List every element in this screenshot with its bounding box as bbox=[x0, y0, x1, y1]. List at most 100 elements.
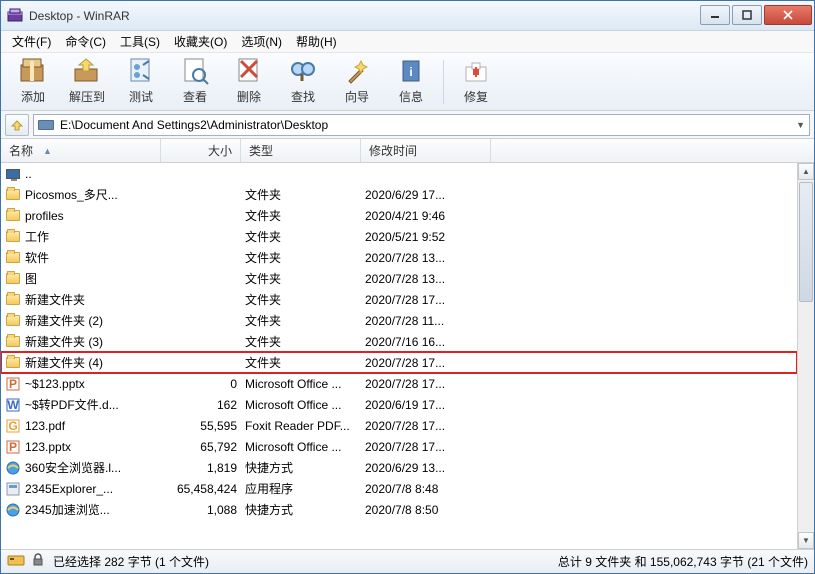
maximize-button[interactable] bbox=[732, 5, 762, 25]
close-button[interactable] bbox=[764, 5, 812, 25]
row-icon bbox=[5, 502, 21, 518]
row-date: 2020/7/28 13... bbox=[365, 251, 505, 265]
file-row[interactable]: 新建文件夹 (4) 文件夹2020/7/28 17... bbox=[1, 352, 797, 373]
row-icon bbox=[5, 460, 21, 476]
add-icon bbox=[17, 55, 49, 87]
file-row[interactable]: .. bbox=[1, 163, 797, 184]
row-icon: P bbox=[5, 376, 21, 392]
file-row[interactable]: 2345加速浏览...1,088快捷方式2020/7/8 8:50 bbox=[1, 499, 797, 520]
row-date: 2020/6/29 17... bbox=[365, 188, 505, 202]
drive-icon bbox=[38, 120, 54, 130]
row-type: Microsoft Office ... bbox=[245, 398, 365, 412]
row-date: 2020/7/8 8:48 bbox=[365, 482, 505, 496]
file-row[interactable]: 2345Explorer_...65,458,424应用程序2020/7/8 8… bbox=[1, 478, 797, 499]
column-headers: 名称▲ 大小 类型 修改时间 bbox=[1, 139, 814, 163]
extract-button[interactable]: 解压到 bbox=[61, 56, 113, 108]
row-type: 文件夹 bbox=[245, 249, 365, 266]
file-list[interactable]: ..Picosmos_多尺...文件夹2020/6/29 17...profil… bbox=[1, 163, 797, 549]
scroll-down-button[interactable]: ▼ bbox=[798, 532, 814, 549]
file-row[interactable]: W~$转PDF文件.d...162Microsoft Office ...202… bbox=[1, 394, 797, 415]
row-date: 2020/7/8 8:50 bbox=[365, 503, 505, 517]
file-row[interactable]: 软件 文件夹2020/7/28 13... bbox=[1, 247, 797, 268]
scroll-thumb[interactable] bbox=[799, 182, 813, 302]
menu-file[interactable]: 文件(F) bbox=[5, 30, 58, 53]
scroll-track[interactable] bbox=[798, 180, 814, 532]
file-row[interactable]: 360安全浏览器.l...1,819快捷方式2020/6/29 13... bbox=[1, 457, 797, 478]
row-name: 2345Explorer_... bbox=[25, 482, 165, 496]
address-input[interactable] bbox=[60, 118, 790, 132]
row-name: ~$转PDF文件.d... bbox=[25, 396, 165, 413]
minimize-button[interactable] bbox=[700, 5, 730, 25]
file-row[interactable]: 工作文件夹2020/5/21 9:52 bbox=[1, 226, 797, 247]
row-date: 2020/7/28 17... bbox=[365, 440, 505, 454]
info-icon: i bbox=[395, 55, 427, 87]
row-name: 新建文件夹 (4) bbox=[25, 354, 165, 371]
address-box[interactable]: ▼ bbox=[33, 114, 810, 136]
row-date: 2020/7/28 17... bbox=[365, 356, 505, 370]
row-icon bbox=[5, 481, 21, 497]
repair-button[interactable]: 修复 bbox=[450, 56, 502, 108]
file-row[interactable]: G123.pdf55,595Foxit Reader PDF...2020/7/… bbox=[1, 415, 797, 436]
find-button[interactable]: 查找 bbox=[277, 56, 329, 108]
test-button[interactable]: 测试 bbox=[115, 56, 167, 108]
up-button[interactable] bbox=[5, 114, 29, 136]
app-icon bbox=[7, 8, 23, 24]
row-size: 65,792 bbox=[165, 440, 245, 454]
row-type: 文件夹 bbox=[245, 186, 365, 203]
title-bar[interactable]: Desktop - WinRAR bbox=[1, 1, 814, 31]
file-row[interactable]: 图文件夹2020/7/28 13... bbox=[1, 268, 797, 289]
scroll-up-button[interactable]: ▲ bbox=[798, 163, 814, 180]
row-name: 软件 bbox=[25, 249, 165, 266]
row-name: 360安全浏览器.l... bbox=[25, 459, 165, 476]
delete-button[interactable]: 删除 bbox=[223, 56, 275, 108]
view-button[interactable]: 查看 bbox=[169, 56, 221, 108]
row-name: 新建文件夹 (3) bbox=[25, 333, 165, 350]
row-name: 123.pptx bbox=[25, 440, 165, 454]
row-icon bbox=[5, 250, 21, 266]
menu-favorites[interactable]: 收藏夹(O) bbox=[167, 30, 234, 53]
row-type: 文件夹 bbox=[245, 291, 365, 308]
row-type: 快捷方式 bbox=[245, 501, 365, 518]
window-title: Desktop - WinRAR bbox=[29, 9, 698, 23]
add-button[interactable]: 添加 bbox=[7, 56, 59, 108]
row-icon bbox=[5, 229, 21, 245]
row-size: 55,595 bbox=[165, 419, 245, 433]
row-type: 文件夹 bbox=[245, 354, 365, 371]
col-size[interactable]: 大小 bbox=[161, 139, 241, 162]
col-date[interactable]: 修改时间 bbox=[361, 139, 491, 162]
row-size: 0 bbox=[165, 377, 245, 391]
info-button[interactable]: i信息 bbox=[385, 56, 437, 108]
menu-help[interactable]: 帮助(H) bbox=[289, 30, 344, 53]
menu-commands[interactable]: 命令(C) bbox=[58, 30, 113, 53]
dropdown-icon[interactable]: ▼ bbox=[796, 120, 805, 130]
svg-text:P: P bbox=[9, 377, 17, 391]
row-name: profiles bbox=[25, 209, 165, 223]
file-row[interactable]: 新建文件夹 (3)文件夹2020/7/16 16... bbox=[1, 331, 797, 352]
row-type: Foxit Reader PDF... bbox=[245, 419, 365, 433]
col-name[interactable]: 名称▲ bbox=[1, 139, 161, 162]
file-row[interactable]: profiles文件夹2020/4/21 9:46 bbox=[1, 205, 797, 226]
file-row[interactable]: 新建文件夹 (2)文件夹2020/7/28 11... bbox=[1, 310, 797, 331]
col-type[interactable]: 类型 bbox=[241, 139, 361, 162]
row-name: 工作 bbox=[25, 228, 165, 245]
file-row[interactable]: P123.pptx65,792Microsoft Office ...2020/… bbox=[1, 436, 797, 457]
row-size: 65,458,424 bbox=[165, 482, 245, 496]
row-icon bbox=[5, 166, 21, 182]
row-icon: W bbox=[5, 397, 21, 413]
file-row[interactable]: P~$123.pptx0Microsoft Office ...2020/7/2… bbox=[1, 373, 797, 394]
wizard-button[interactable]: 向导 bbox=[331, 56, 383, 108]
row-date: 2020/7/28 13... bbox=[365, 272, 505, 286]
lock-icon bbox=[31, 553, 45, 570]
file-row[interactable]: Picosmos_多尺... 文件夹2020/6/29 17... bbox=[1, 184, 797, 205]
row-name: Picosmos_多尺... bbox=[25, 186, 165, 203]
row-icon bbox=[5, 292, 21, 308]
delete-icon bbox=[233, 55, 265, 87]
row-icon bbox=[5, 334, 21, 350]
file-row[interactable]: 新建文件夹文件夹2020/7/28 17... bbox=[1, 289, 797, 310]
disk-icon bbox=[7, 553, 25, 570]
menu-options[interactable]: 选项(N) bbox=[234, 30, 289, 53]
status-bar: 已经选择 282 字节 (1 个文件) 总计 9 文件夹 和 155,062,7… bbox=[1, 549, 814, 573]
row-date: 2020/5/21 9:52 bbox=[365, 230, 505, 244]
vertical-scrollbar[interactable]: ▲ ▼ bbox=[797, 163, 814, 549]
menu-tools[interactable]: 工具(S) bbox=[113, 30, 167, 53]
